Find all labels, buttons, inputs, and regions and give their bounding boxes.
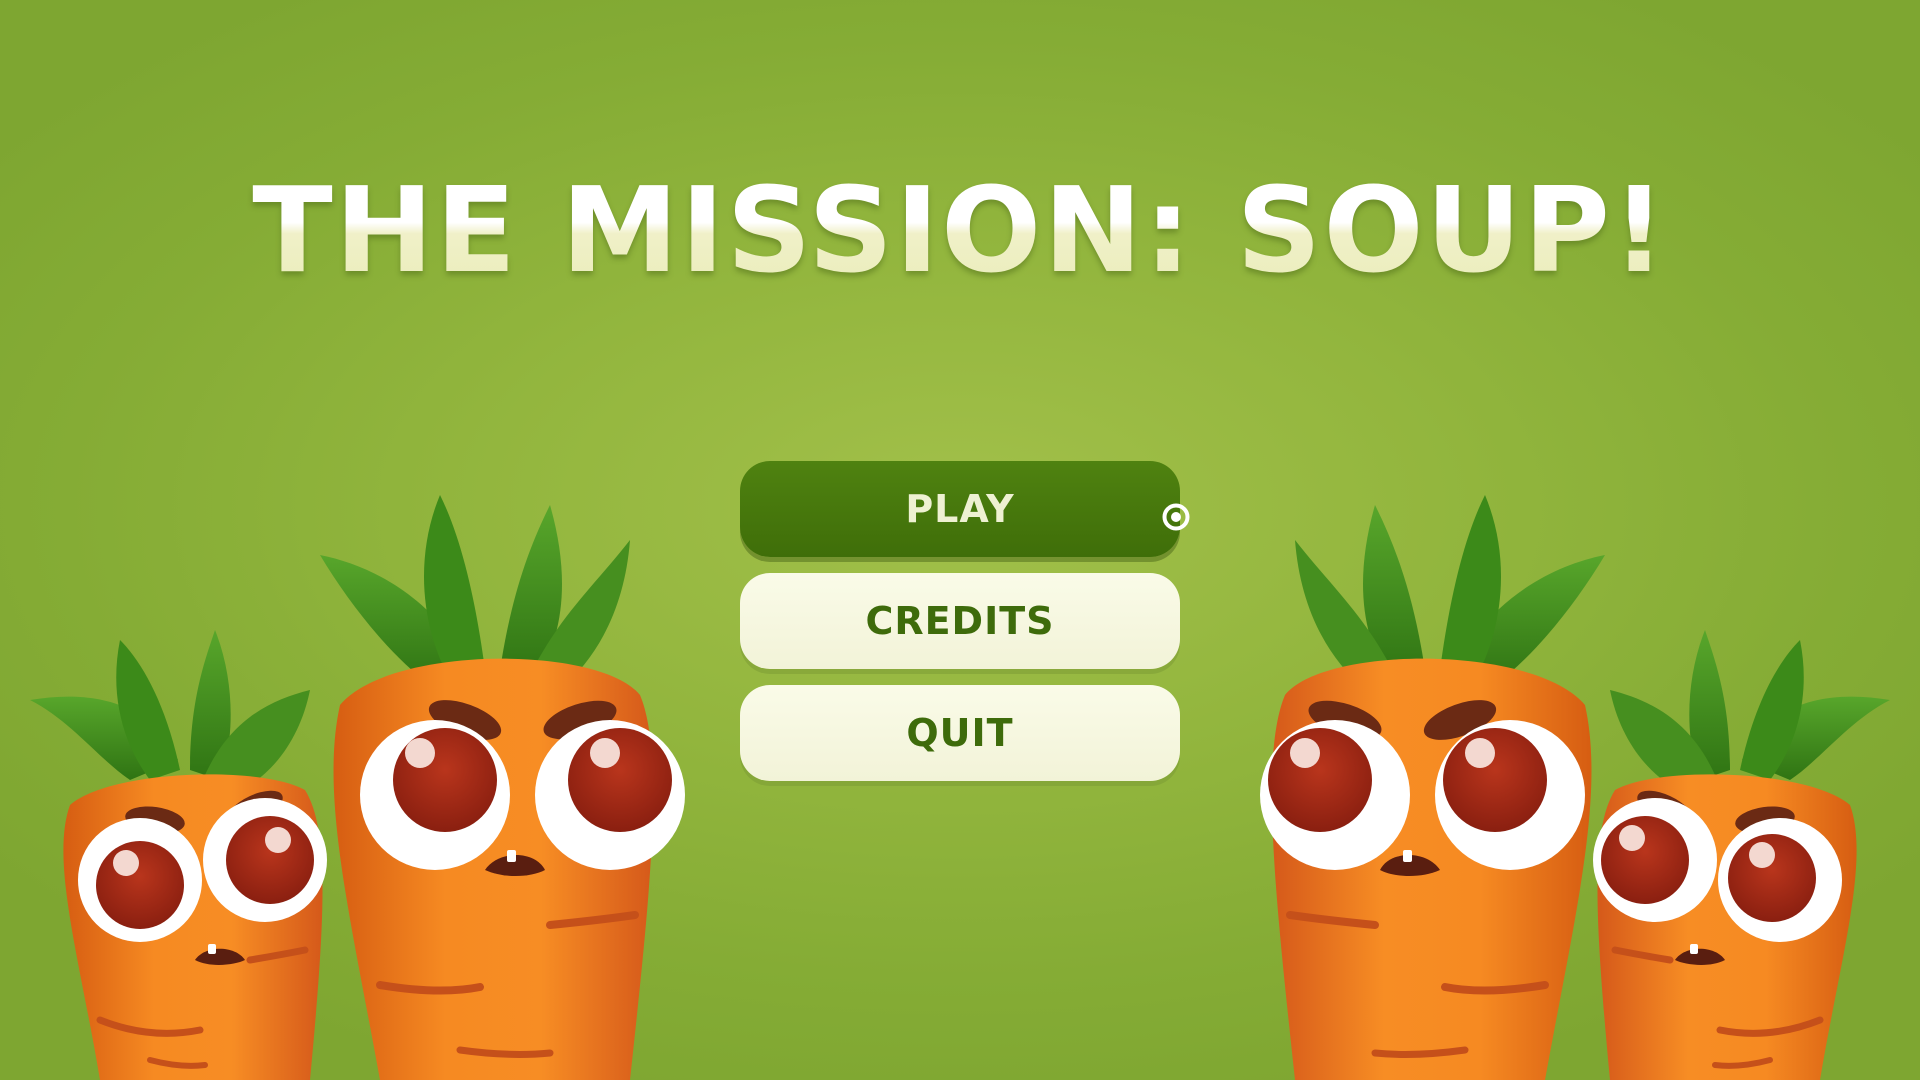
carrot-character-3	[1260, 495, 1605, 1080]
credits-button[interactable]: CREDITS	[740, 573, 1180, 669]
carrot-character-4	[1593, 630, 1890, 1080]
quit-button[interactable]: QUIT	[740, 685, 1180, 781]
target-cursor-icon	[1162, 503, 1190, 531]
carrot-character-1	[30, 630, 327, 1080]
main-menu: PLAY CREDITS QUIT	[740, 461, 1180, 797]
game-title: THE MISSION: SOUP!	[0, 160, 1920, 302]
carrot-character-2	[320, 495, 685, 1080]
play-button[interactable]: PLAY	[740, 461, 1180, 557]
